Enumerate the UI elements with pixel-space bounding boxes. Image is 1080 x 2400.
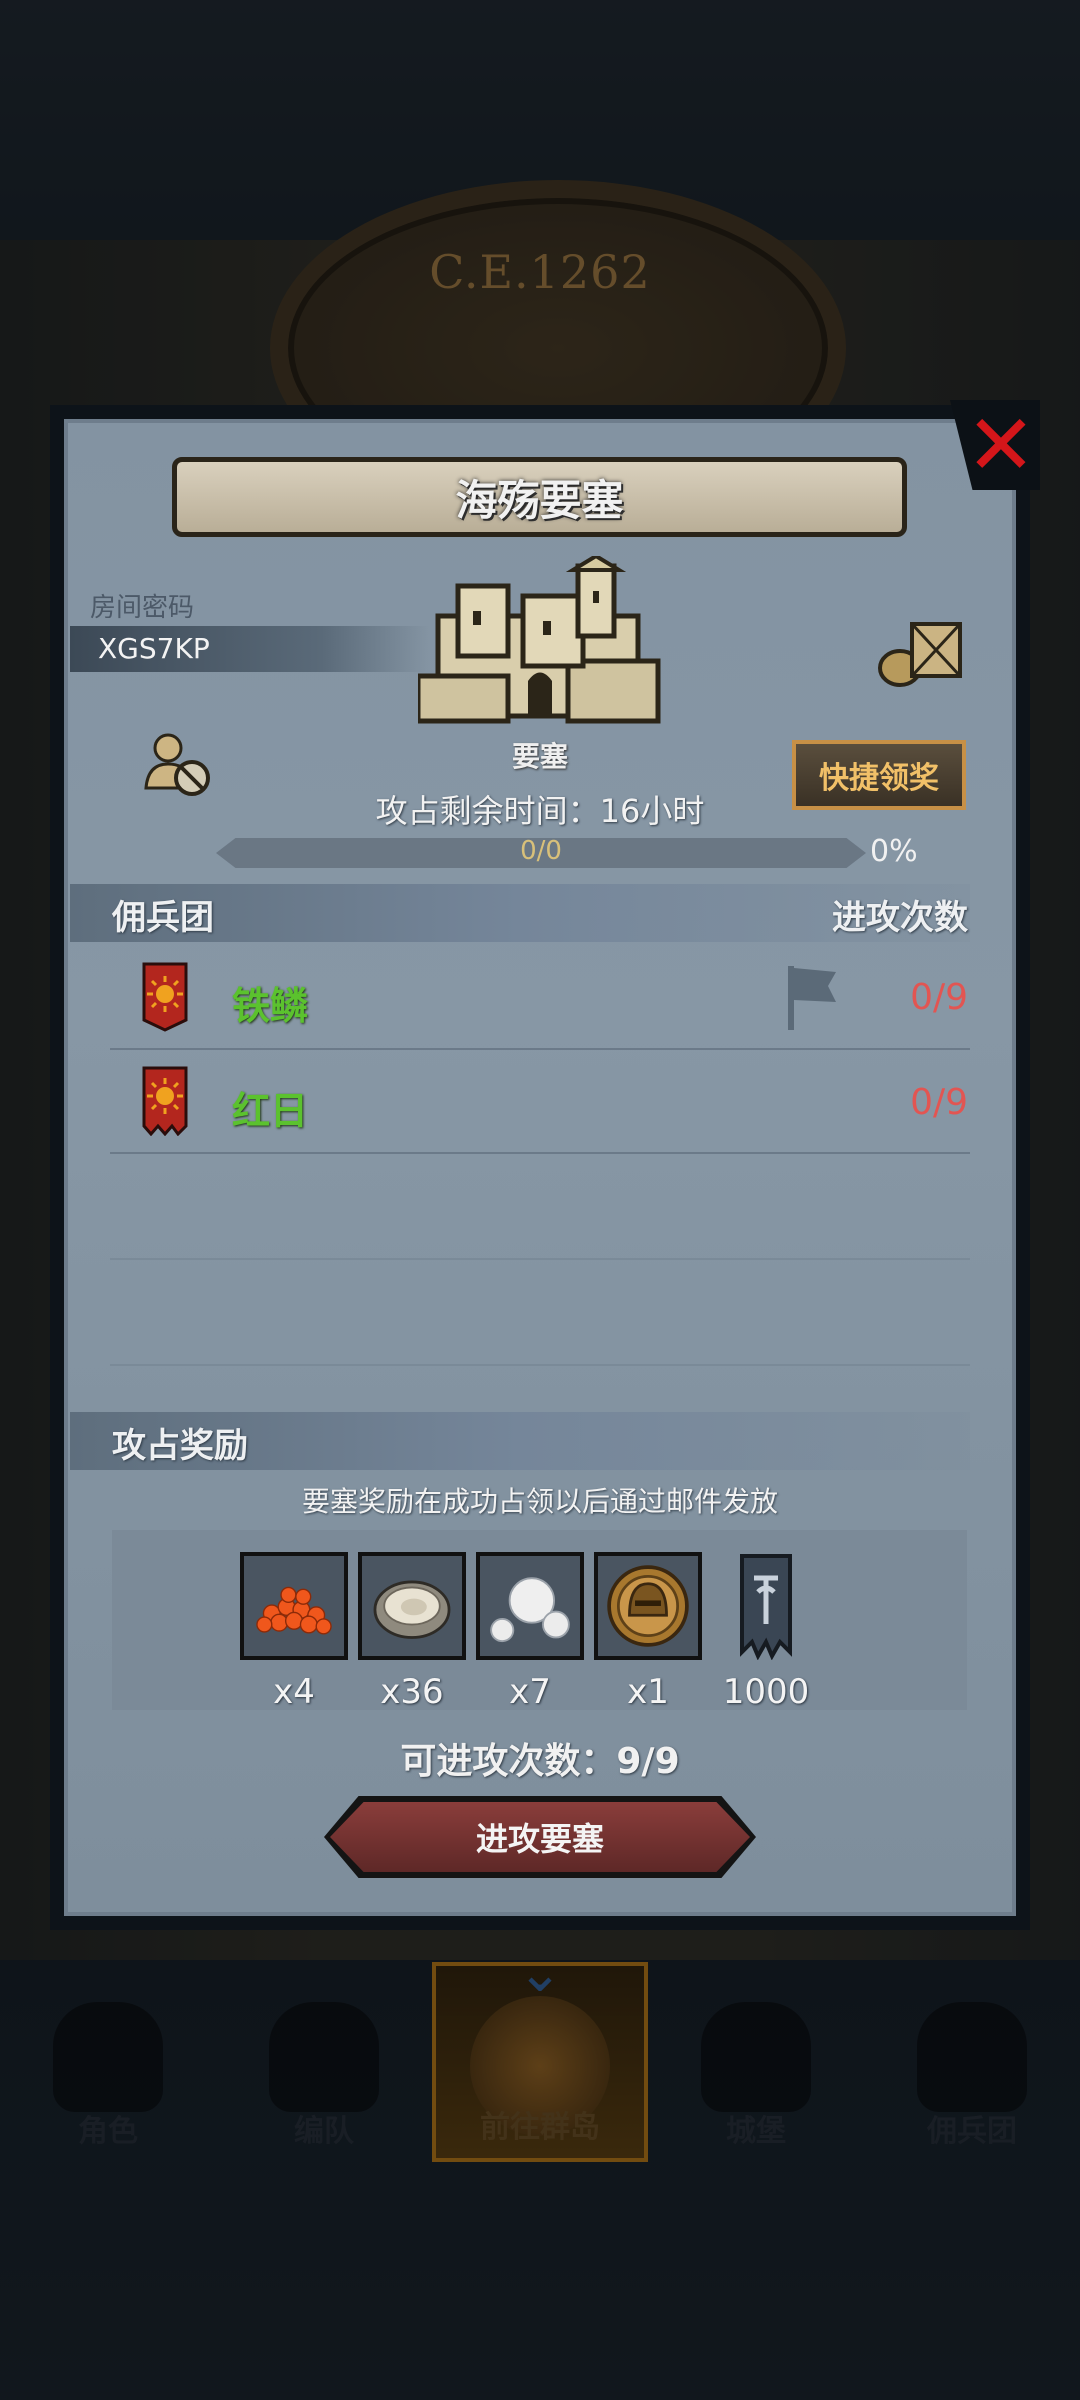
- room-password-label: 房间密码: [90, 593, 195, 623]
- pearl-icon: [476, 1552, 584, 1660]
- reward-item[interactable]: x36: [358, 1552, 466, 1712]
- row-divider: [110, 1048, 970, 1050]
- supply-crate-icon[interactable]: [876, 618, 966, 688]
- sun-banner-icon: [142, 1066, 188, 1136]
- mercenary-name: 红日: [232, 1089, 309, 1133]
- fortress-icon: [418, 556, 661, 724]
- row-divider: [110, 1152, 970, 1154]
- sun-banner-icon: [142, 962, 188, 1032]
- reward-quantity: x36: [380, 1672, 444, 1712]
- reward-item[interactable]: x1: [594, 1552, 702, 1712]
- mercenary-section-title: 佣兵团: [112, 898, 214, 938]
- roe-icon: [240, 1552, 348, 1660]
- remaining-time: 攻占剩余时间：16小时: [375, 792, 705, 830]
- reward-item[interactable]: x4: [240, 1552, 348, 1712]
- remaining-attempts: 可进攻次数：9/9: [400, 1741, 680, 1782]
- helmet-medal-icon: [594, 1552, 702, 1660]
- attack-count: 0/9: [910, 977, 968, 1018]
- row-divider: [110, 1364, 970, 1366]
- flag-icon: [788, 966, 836, 1030]
- dialog-title: 海殇要塞: [455, 475, 624, 525]
- room-code[interactable]: XGS7KP: [98, 632, 210, 665]
- close-icon: ✕: [965, 396, 1037, 494]
- attack-button-face: 进攻要塞: [330, 1802, 750, 1872]
- mercenary-name: 铁鳞: [232, 984, 309, 1028]
- progress-percent: 0%: [870, 834, 918, 869]
- reward-item[interactable]: 1000: [712, 1552, 820, 1712]
- oyster-icon: [358, 1552, 466, 1660]
- title-banner: 海殇要塞: [172, 457, 907, 537]
- rewards-section-title: 攻占奖励: [112, 1426, 248, 1466]
- reward-item[interactable]: x7: [476, 1552, 584, 1712]
- guild-banner-icon: [740, 1554, 792, 1661]
- attack-button-label: 进攻要塞: [475, 1820, 604, 1858]
- reward-quantity: x7: [509, 1672, 551, 1712]
- reward-quantity: x4: [273, 1672, 315, 1712]
- attack-count: 0/9: [910, 1082, 968, 1123]
- attack-fortress-button[interactable]: 进攻要塞: [324, 1796, 756, 1878]
- progress-text: 0/0: [520, 836, 562, 866]
- reward-note: 要塞奖励在成功占领以后通过邮件发放: [301, 1485, 778, 1518]
- reward-quantity: x1: [627, 1672, 669, 1712]
- reward-quantity: 1000: [722, 1672, 810, 1712]
- attack-count-header: 进攻次数: [832, 898, 968, 938]
- row-divider: [110, 1258, 970, 1260]
